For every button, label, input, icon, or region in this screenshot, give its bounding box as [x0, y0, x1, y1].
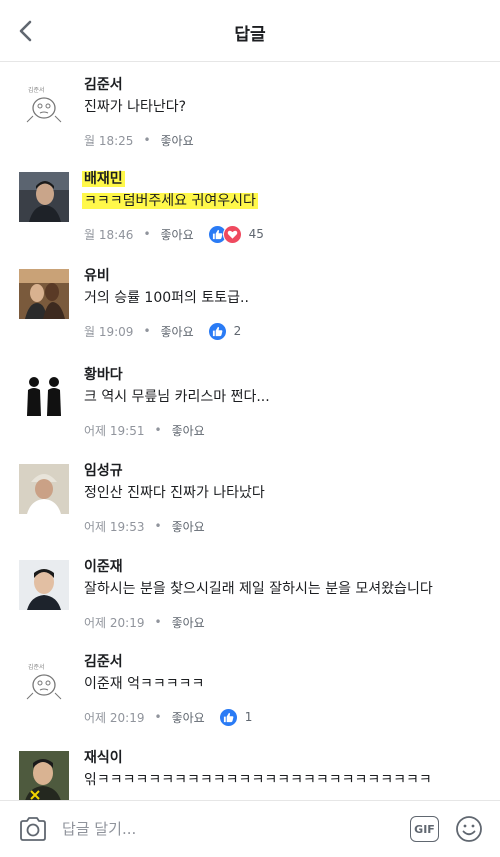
- avatar-caption: 김준서: [28, 663, 45, 671]
- comment-time: 월 18:25: [84, 133, 134, 148]
- comment-item: 김준서 김준서 이준재 억ㅋㅋㅋㅋㅋ 어제 20:19 • 좋아요 1: [0, 645, 500, 741]
- comment-item: 임성규 정인산 진짜다 진짜가 나타났다 어제 19:53 • 좋아요: [0, 454, 500, 550]
- comment-meta: 월 19:09 • 좋아요 2: [84, 321, 241, 341]
- comment-meta: 월 18:46 • 좋아요 45: [84, 224, 264, 244]
- page-title: 답글: [234, 25, 266, 45]
- comment-author[interactable]: 재식이: [84, 747, 123, 767]
- avatar[interactable]: [19, 269, 69, 319]
- avatar[interactable]: 김준서: [19, 78, 69, 128]
- like-button[interactable]: 좋아요: [161, 323, 194, 340]
- comment-meta: 월 18:25 • 좋아요: [84, 130, 194, 150]
- comment-author[interactable]: 배재민: [82, 168, 125, 188]
- avatar[interactable]: 김준서: [19, 655, 69, 705]
- comment-author[interactable]: 김준서: [84, 651, 123, 671]
- reaction-summary[interactable]: 2: [207, 321, 242, 341]
- like-button[interactable]: 좋아요: [161, 226, 194, 243]
- reaction-count: 2: [233, 324, 242, 338]
- comment-text: 정인산 진짜다 진짜가 나타났다: [84, 485, 265, 501]
- comment-time: 어제 19:51: [84, 423, 145, 438]
- comment-time: 어제 19:53: [84, 519, 145, 534]
- reaction-count: 45: [248, 227, 264, 241]
- avatar[interactable]: [19, 560, 69, 610]
- reaction-summary[interactable]: 1: [218, 707, 253, 727]
- comment-time: 월 18:46: [84, 227, 134, 242]
- separator-dot: •: [143, 227, 151, 241]
- comment-item: 이준재 잘하시는 분을 찾으시길래 제일 잘하시는 분을 모셔왔습니다 어제 2…: [0, 550, 500, 646]
- reaction-count: 1: [244, 710, 253, 724]
- comment-text: 크 역시 무릎님 카리스마 쩐다...: [84, 389, 270, 405]
- comment-time: 월 19:09: [84, 324, 134, 339]
- comment-text: ㅋㅋㅋ덤버주세요 귀여우시다: [82, 190, 258, 210]
- highlight-mark: ㅋㅋㅋ덤버주세요 귀여우시다: [82, 193, 258, 209]
- like-reaction-icon: [207, 321, 227, 341]
- comment-text: 읶ㅋㅋㅋㅋㅋㅋㅋㅋㅋㅋㅋㅋㅋㅋㅋㅋㅋㅋㅋㅋㅋㅋㅋㅋㅋㅋ: [84, 772, 432, 788]
- comment-meta: 어제 19:51 • 좋아요: [84, 420, 205, 440]
- like-button[interactable]: 좋아요: [172, 614, 205, 631]
- reply-input[interactable]: [62, 811, 392, 847]
- avatar[interactable]: [19, 368, 69, 418]
- comment-meta: 어제 19:53 • 좋아요: [84, 516, 205, 536]
- separator-dot: •: [154, 519, 162, 533]
- comment-author[interactable]: 임성규: [84, 460, 123, 480]
- comment-author[interactable]: 김준서: [84, 74, 123, 94]
- comment-text: 잘하시는 분을 찾으시길래 제일 잘하시는 분을 모셔왔습니다: [84, 581, 433, 597]
- reaction-summary[interactable]: 45: [207, 224, 264, 244]
- comment-meta: 어제 20:19 • 좋아요 1: [84, 707, 252, 727]
- comment-meta: 어제 20:19 • 좋아요: [84, 612, 205, 632]
- separator-dot: •: [143, 133, 151, 147]
- separator-dot: •: [154, 423, 162, 437]
- gif-icon[interactable]: GIF: [410, 816, 439, 842]
- highlight-mark: 배재민: [82, 171, 125, 187]
- top-bar: 답글: [0, 0, 500, 62]
- camera-icon[interactable]: [18, 815, 48, 843]
- separator-dot: •: [143, 324, 151, 338]
- comment-author[interactable]: 이준재: [84, 556, 123, 576]
- comment-text: 진짜가 나타난다?: [84, 99, 187, 115]
- comment-item: 재식이 읶ㅋㅋㅋㅋㅋㅋㅋㅋㅋㅋㅋㅋㅋㅋㅋㅋㅋㅋㅋㅋㅋㅋㅋㅋㅋㅋ: [0, 741, 500, 800]
- separator-dot: •: [154, 710, 162, 724]
- comment-item: 배재민 ㅋㅋㅋ덤버주세요 귀여우시다 월 18:46 • 좋아요 45: [0, 162, 500, 258]
- comment-text: 이준재 억ㅋㅋㅋㅋㅋ: [84, 676, 205, 692]
- reply-composer: GIF: [0, 800, 500, 857]
- avatar-caption: 김준서: [28, 86, 45, 94]
- like-button[interactable]: 좋아요: [161, 132, 194, 149]
- comment-item: 김준서 김준서 진짜가 나타난다? 월 18:25 • 좋아요: [0, 68, 500, 164]
- emoji-smiley-icon[interactable]: [454, 814, 484, 844]
- avatar[interactable]: [19, 464, 69, 514]
- like-button[interactable]: 좋아요: [172, 518, 205, 535]
- love-reaction-icon: [222, 224, 242, 244]
- like-button[interactable]: 좋아요: [172, 709, 205, 726]
- like-reaction-icon: [218, 707, 238, 727]
- avatar[interactable]: [19, 172, 69, 222]
- comment-author[interactable]: 황바다: [84, 364, 123, 384]
- avatar[interactable]: [19, 751, 69, 800]
- reply-list: 김준서 김준서 진짜가 나타난다? 월 18:25 • 좋아요 배재민 ㅋㅋㅋ덤…: [0, 62, 500, 800]
- comment-time: 어제 20:19: [84, 615, 145, 630]
- comment-text: 거의 승률 100퍼의 토토급..: [84, 290, 249, 306]
- comment-item: 유비 거의 승률 100퍼의 토토급.. 월 19:09 • 좋아요 2: [0, 259, 500, 355]
- comment-time: 어제 20:19: [84, 710, 145, 725]
- comment-author[interactable]: 유비: [84, 265, 110, 285]
- separator-dot: •: [154, 615, 162, 629]
- like-button[interactable]: 좋아요: [172, 422, 205, 439]
- comment-item: 황바다 크 역시 무릎님 카리스마 쩐다... 어제 19:51 • 좋아요: [0, 358, 500, 454]
